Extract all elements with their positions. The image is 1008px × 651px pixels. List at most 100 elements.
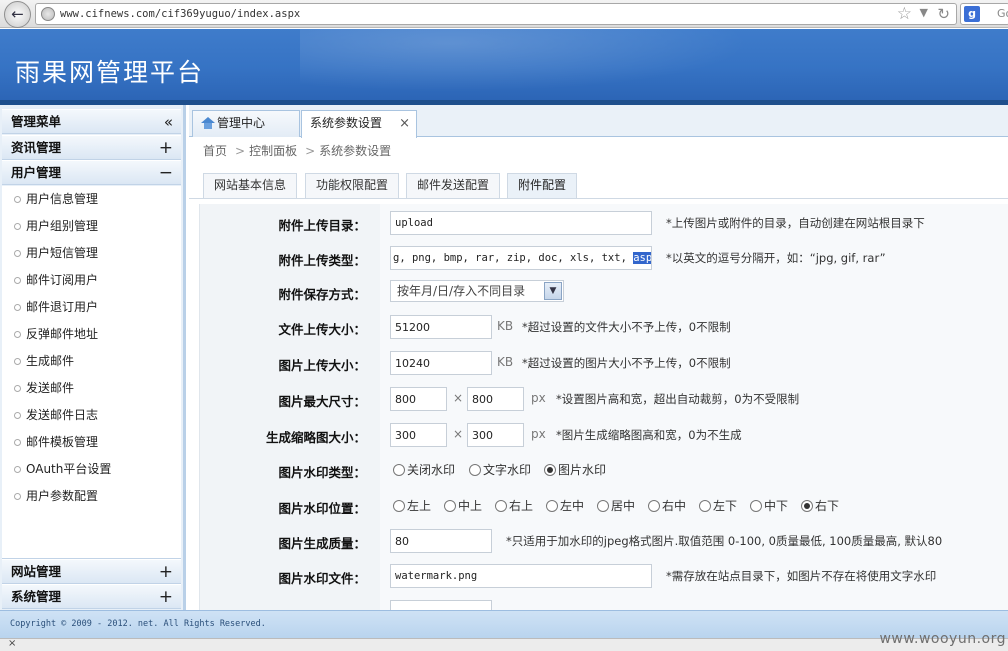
radio-pos-bottom-center[interactable]: 中下 (750, 497, 788, 514)
max-dim-label: 图片最大尺寸： (278, 394, 366, 409)
selected-text: aspx, ashx, asp (633, 252, 651, 264)
main-panel: 管理中心 系统参数设置 × 首页 > 控制面板 > 系统参数设置 网站基本信息 功能权限… (189, 105, 1008, 610)
tab-admin-center[interactable]: 管理中心 (192, 110, 300, 137)
site-title: 雨果网管理平台 (15, 58, 205, 87)
upload-dir-label: 附件上传目录： (278, 218, 366, 233)
back-arrow-icon[interactable]: ← (4, 1, 31, 28)
breadcrumb-separator: > (305, 144, 316, 158)
sidebar-title: 管理菜单 « (2, 109, 181, 134)
thumb-height-input[interactable] (467, 423, 524, 447)
sidebar-item-user-sms[interactable]: 用户短信管理 (2, 242, 181, 264)
save-mode-select[interactable]: 按年月/日/存入不同目录 ▼ (390, 280, 564, 302)
quality-hint: *只适用于加水印的jpeg格式图片.取值范围 0-100, 0质量最低, 100… (506, 534, 943, 548)
upload-types-input[interactable]: g, png, bmp, rar, zip, doc, xls, txt, as… (390, 246, 652, 270)
sidebar: 管理菜单 « 资讯管理 + 用户管理 − 用户信息管理 用户组别管理 用户短信管… (0, 105, 186, 610)
tab-system-params[interactable]: 系统参数设置 × (301, 110, 417, 138)
wm-file-input[interactable] (390, 564, 652, 588)
search-engine-icon[interactable]: g (964, 6, 980, 22)
thumb-dim-unit: px (531, 427, 546, 441)
sidebar-item-send-mail[interactable]: 发送邮件 (2, 377, 181, 399)
double-chevron-left-icon[interactable]: « (164, 110, 173, 134)
file-size-input[interactable] (390, 315, 492, 339)
breadcrumb: 首页 > 控制面板 > 系统参数设置 (203, 142, 395, 159)
address-bar[interactable]: ☆ ▼ ↻ (35, 3, 957, 25)
plus-icon[interactable]: + (159, 560, 173, 584)
radio-pos-bottom-left[interactable]: 左下 (699, 497, 737, 514)
radio-wm-image[interactable]: 图片水印 (544, 461, 606, 478)
sidebar-item-oauth[interactable]: OAuth平台设置 (2, 458, 181, 480)
radio-pos-top-right[interactable]: 右上 (495, 497, 533, 514)
close-icon[interactable]: × (399, 111, 410, 136)
reload-icon[interactable]: ↻ (937, 4, 950, 24)
browser-statusbar: × (0, 638, 1008, 651)
radio-pos-middle-right[interactable]: 右中 (648, 497, 686, 514)
subtab-permissions[interactable]: 功能权限配置 (305, 173, 400, 198)
attachment-settings-form: 附件上传目录： *上传图片或附件的目录，自动创建在网站根目录下 附件上传类型： … (199, 204, 1008, 610)
radio-circle-checked[interactable] (801, 500, 813, 512)
upload-types-label: 附件上传类型： (278, 253, 366, 268)
file-size-unit: KB (497, 319, 514, 333)
sidebar-section-site[interactable]: 网站管理 + (2, 559, 181, 584)
tab-bar: 管理中心 系统参数设置 × (189, 105, 1008, 138)
radio-wm-text[interactable]: 文字水印 (469, 461, 531, 478)
thumb-width-input[interactable] (390, 423, 447, 447)
max-dim-hint: *设置图片高和宽，超出自动裁剪，0为不受限制 (556, 392, 800, 406)
bookmark-star-icon[interactable]: ☆ (897, 4, 912, 24)
wm-file-hint: *需存放在站点目录下，如图片不存在将使用文字水印 (666, 569, 937, 583)
save-mode-label: 附件保存方式： (278, 287, 366, 302)
radio-pos-middle-left[interactable]: 左中 (546, 497, 584, 514)
radio-wm-off[interactable]: 关闭水印 (393, 461, 455, 478)
thumb-dim-hint: *图片生成缩略图高和宽，0为不生成 (556, 428, 742, 442)
wm-type-label: 图片水印类型： (278, 465, 366, 480)
radio-circle-checked[interactable] (544, 464, 556, 476)
settings-subtabs: 网站基本信息 功能权限配置 邮件发送配置 附件配置 (203, 173, 1003, 198)
sidebar-item-mail-subscribers[interactable]: 邮件订阅用户 (2, 269, 181, 291)
chevron-down-icon[interactable]: ▼ (920, 6, 928, 19)
image-size-input[interactable] (390, 351, 492, 375)
breadcrumb-separator: > (235, 144, 246, 158)
subtab-basic-info[interactable]: 网站基本信息 (203, 173, 298, 198)
sidebar-item-generate-mail[interactable]: 生成邮件 (2, 350, 181, 372)
close-icon[interactable]: × (8, 638, 16, 649)
breadcrumb-current: 系统参数设置 (319, 144, 392, 158)
minus-icon[interactable]: − (159, 161, 173, 185)
plus-icon[interactable]: + (159, 136, 173, 160)
url-input[interactable] (60, 7, 380, 21)
chevron-down-icon[interactable]: ▼ (544, 282, 562, 300)
sidebar-item-user-params[interactable]: 用户参数配置 (2, 485, 181, 507)
radio-circle[interactable] (469, 464, 481, 476)
search-box[interactable]: g Go (960, 3, 1008, 25)
upload-dir-input[interactable] (390, 211, 652, 235)
image-size-unit: KB (497, 355, 514, 369)
sidebar-item-send-log[interactable]: 发送邮件日志 (2, 404, 181, 426)
thumb-dim-label: 生成缩略图大小： (265, 430, 366, 445)
plus-icon[interactable]: + (159, 585, 173, 609)
upload-dir-hint: *上传图片或附件的目录，自动创建在网站根目录下 (666, 216, 925, 230)
times-icon: × (453, 391, 464, 405)
radio-circle[interactable] (393, 464, 405, 476)
radio-pos-top-center[interactable]: 中上 (444, 497, 482, 514)
sidebar-item-user-info[interactable]: 用户信息管理 (2, 188, 181, 210)
footer: Copyright © 2009 - 2012. net. All Rights… (0, 610, 1008, 638)
wm-pos-label: 图片水印位置： (278, 501, 366, 516)
sidebar-item-mail-templates[interactable]: 邮件模板管理 (2, 431, 181, 453)
next-field-input[interactable] (390, 600, 492, 610)
breadcrumb-control-panel[interactable]: 控制面板 (249, 144, 297, 158)
quality-input[interactable] (390, 529, 492, 553)
sidebar-item-user-groups[interactable]: 用户组别管理 (2, 215, 181, 237)
sidebar-section-news[interactable]: 资讯管理 + (2, 135, 181, 160)
radio-pos-top-left[interactable]: 左上 (393, 497, 431, 514)
max-height-input[interactable] (467, 387, 524, 411)
radio-pos-center[interactable]: 居中 (597, 497, 635, 514)
radio-pos-bottom-right[interactable]: 右下 (801, 497, 839, 514)
search-placeholder: Go (997, 7, 1008, 20)
subtab-attachment-config[interactable]: 附件配置 (507, 173, 578, 198)
sidebar-item-bounce-addresses[interactable]: 反弹邮件地址 (2, 323, 181, 345)
sidebar-section-system[interactable]: 系统管理 + (2, 584, 181, 609)
breadcrumb-home[interactable]: 首页 (203, 144, 227, 158)
sidebar-section-users[interactable]: 用户管理 − (2, 160, 181, 185)
subtab-mail-config[interactable]: 邮件发送配置 (406, 173, 501, 198)
max-width-input[interactable] (390, 387, 447, 411)
sidebar-item-mail-unsubscribers[interactable]: 邮件退订用户 (2, 296, 181, 318)
copyright-text: Copyright © 2009 - 2012. net. All Rights… (10, 619, 266, 629)
